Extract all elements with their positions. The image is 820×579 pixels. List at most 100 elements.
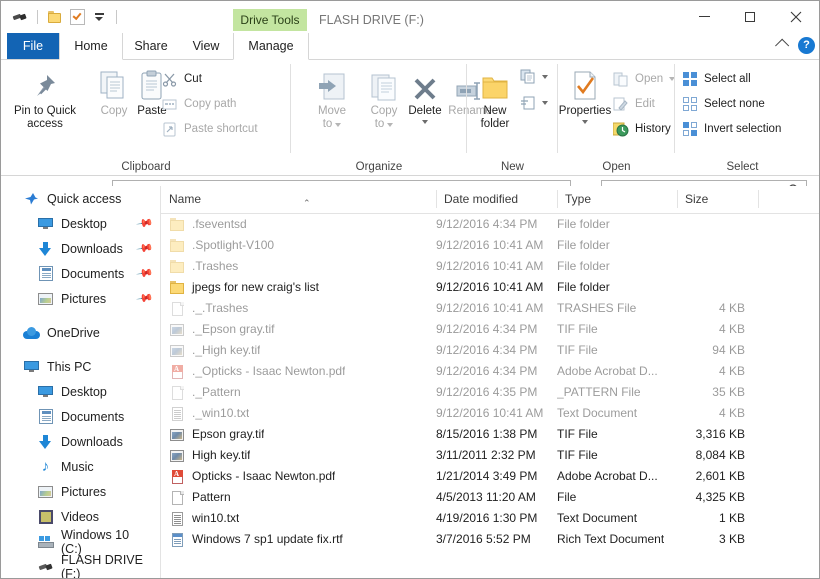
sidebar-item-this-pc[interactable]: This PC: [23, 354, 160, 379]
sidebar-item-pc-desktop[interactable]: Desktop: [23, 379, 160, 404]
tab-home[interactable]: Home: [59, 33, 123, 60]
edit-button[interactable]: Edit: [612, 93, 655, 115]
file-name-cell[interactable]: .Spotlight-V100: [169, 235, 274, 256]
chevron-down-icon[interactable]: [582, 120, 588, 124]
column-header-size[interactable]: Size: [677, 186, 758, 212]
chevron-down-icon[interactable]: [542, 75, 548, 79]
copy-path-button[interactable]: Copy path: [161, 93, 236, 115]
file-name-cell[interactable]: Windows 7 sp1 update fix.rtf: [169, 529, 343, 550]
open-button[interactable]: Open: [612, 68, 675, 90]
file-name-cell[interactable]: High key.tif: [169, 445, 250, 466]
easy-access-button[interactable]: [519, 92, 548, 114]
table-row[interactable]: ._win10.txt9/12/2016 10:41 AMText Docume…: [161, 403, 819, 424]
pin-icon[interactable]: 📌: [136, 214, 155, 233]
new-folder-button[interactable]: New folder: [469, 66, 521, 131]
table-row[interactable]: ._.Trashes9/12/2016 10:41 AMTRASHES File…: [161, 298, 819, 319]
table-row[interactable]: .Trashes9/12/2016 10:41 AMFile folder: [161, 256, 819, 277]
history-button[interactable]: History: [612, 118, 671, 140]
table-row[interactable]: Pattern4/5/2013 11:20 AMFile4,325 KB: [161, 487, 819, 508]
chevron-down-icon[interactable]: [542, 101, 548, 105]
chevron-up-icon[interactable]: [770, 35, 790, 55]
select-none-button[interactable]: Select none: [681, 93, 765, 115]
file-name-cell[interactable]: ._.Trashes: [169, 298, 248, 319]
column-divider[interactable]: [758, 190, 759, 208]
chevron-down-icon[interactable]: [422, 120, 428, 124]
file-name-cell[interactable]: AOpticks - Isaac Newton.pdf: [169, 466, 335, 487]
close-button[interactable]: [773, 1, 819, 32]
download-arrow-icon: [37, 240, 54, 257]
pin-icon[interactable]: 📌: [136, 289, 155, 308]
column-header-type[interactable]: Type: [557, 186, 677, 212]
sidebar-item-documents[interactable]: Documents 📌: [23, 261, 160, 286]
table-row[interactable]: .fseventsd9/12/2016 4:34 PMFile folder: [161, 214, 819, 235]
sidebar-item-desktop[interactable]: Desktop 📌: [23, 211, 160, 236]
table-row[interactable]: High key.tif3/11/2011 2:32 PMTIF File8,0…: [161, 445, 819, 466]
navigation-pane[interactable]: Quick access Desktop 📌 Downloads 📌 Docum…: [1, 186, 161, 578]
properties-button[interactable]: Properties: [554, 66, 616, 124]
select-all-button[interactable]: Select all: [681, 68, 751, 90]
table-row[interactable]: jpegs for new craig's list9/12/2016 10:4…: [161, 277, 819, 298]
tab-share[interactable]: Share: [122, 33, 180, 59]
sidebar-item-pc-videos[interactable]: Videos: [23, 504, 160, 529]
pin-to-quick-access-button[interactable]: Pin to Quick access: [9, 66, 81, 131]
table-row[interactable]: .Spotlight-V1009/12/2016 10:41 AMFile fo…: [161, 235, 819, 256]
cut-button[interactable]: Cut: [161, 68, 202, 90]
file-name-cell[interactable]: Epson gray.tif: [169, 424, 264, 445]
column-header-name[interactable]: Name ⌃: [161, 186, 436, 212]
table-row[interactable]: A._Opticks - Isaac Newton.pdf9/12/2016 4…: [161, 361, 819, 382]
sidebar-item-onedrive[interactable]: OneDrive: [23, 320, 160, 345]
properties-icon[interactable]: [66, 7, 88, 27]
sidebar-item-pc-pictures[interactable]: Pictures: [23, 479, 160, 504]
column-header-date-modified[interactable]: Date modified: [436, 186, 557, 212]
file-list-pane[interactable]: Name ⌃ Date modified Type Size .fsevents…: [161, 186, 819, 578]
tab-manage[interactable]: Manage: [233, 33, 309, 60]
new-item-button[interactable]: [519, 66, 548, 88]
customize-quick-access-caret[interactable]: [88, 7, 110, 27]
table-row[interactable]: win10.txt4/19/2016 1:30 PMText Document1…: [161, 508, 819, 529]
sidebar-item-pc-music[interactable]: ♪ Music: [23, 454, 160, 479]
delete-button[interactable]: Delete: [403, 66, 447, 124]
sidebar-item-windows-c[interactable]: Windows 10 (C:): [23, 529, 160, 554]
pin-icon[interactable]: 📌: [136, 264, 155, 283]
file-name-cell[interactable]: .fseventsd: [169, 214, 247, 235]
file-name-cell[interactable]: .Trashes: [169, 256, 238, 277]
table-row[interactable]: ._High key.tif9/12/2016 4:34 PMTIF File9…: [161, 340, 819, 361]
file-name-cell[interactable]: Pattern: [169, 487, 231, 508]
paste-shortcut-button[interactable]: Paste shortcut: [161, 118, 258, 140]
column-divider[interactable]: [677, 190, 678, 208]
column-divider[interactable]: [436, 190, 437, 208]
tab-view[interactable]: View: [180, 33, 232, 59]
table-row[interactable]: ._Pattern9/12/2016 4:35 PM_PATTERN File3…: [161, 382, 819, 403]
sidebar-item-pictures[interactable]: Pictures 📌: [23, 286, 160, 311]
sidebar-item-flash-drive[interactable]: FLASH DRIVE (F:): [23, 554, 160, 578]
monitor-icon: [37, 215, 54, 232]
chevron-down-icon[interactable]: [335, 123, 341, 127]
chevron-down-icon[interactable]: [387, 123, 393, 127]
tab-file[interactable]: File: [7, 33, 59, 59]
minimize-button[interactable]: [681, 1, 727, 32]
maximize-button[interactable]: [727, 1, 773, 32]
nav-item-quick-access[interactable]: Quick access: [23, 186, 160, 211]
table-row[interactable]: Windows 7 sp1 update fix.rtf3/7/2016 5:5…: [161, 529, 819, 550]
file-name-cell[interactable]: A._Opticks - Isaac Newton.pdf: [169, 361, 345, 382]
file-name-cell[interactable]: ._High key.tif: [169, 340, 260, 361]
sidebar-item-downloads[interactable]: Downloads 📌: [23, 236, 160, 261]
file-name-cell[interactable]: ._Pattern: [169, 382, 241, 403]
help-icon[interactable]: ?: [798, 37, 815, 54]
file-rows[interactable]: .fseventsd9/12/2016 4:34 PMFile folder.S…: [161, 214, 819, 550]
column-header-extra[interactable]: [758, 186, 798, 212]
file-name-cell[interactable]: ._win10.txt: [169, 403, 249, 424]
sidebar-item-pc-documents[interactable]: Documents: [23, 404, 160, 429]
flash-drive-icon[interactable]: [9, 7, 31, 27]
table-row[interactable]: ._Epson gray.tif9/12/2016 4:34 PMTIF Fil…: [161, 319, 819, 340]
file-name-cell[interactable]: win10.txt: [169, 508, 239, 529]
file-name-cell[interactable]: jpegs for new craig's list: [169, 277, 319, 298]
table-row[interactable]: Epson gray.tif8/15/2016 1:38 PMTIF File3…: [161, 424, 819, 445]
invert-selection-button[interactable]: Invert selection: [681, 118, 781, 140]
table-row[interactable]: AOpticks - Isaac Newton.pdf1/21/2014 3:4…: [161, 466, 819, 487]
column-divider[interactable]: [557, 190, 558, 208]
file-name-cell[interactable]: ._Epson gray.tif: [169, 319, 275, 340]
folder-icon[interactable]: [44, 7, 66, 27]
pin-icon[interactable]: 📌: [136, 239, 155, 258]
sidebar-item-pc-downloads[interactable]: Downloads: [23, 429, 160, 454]
